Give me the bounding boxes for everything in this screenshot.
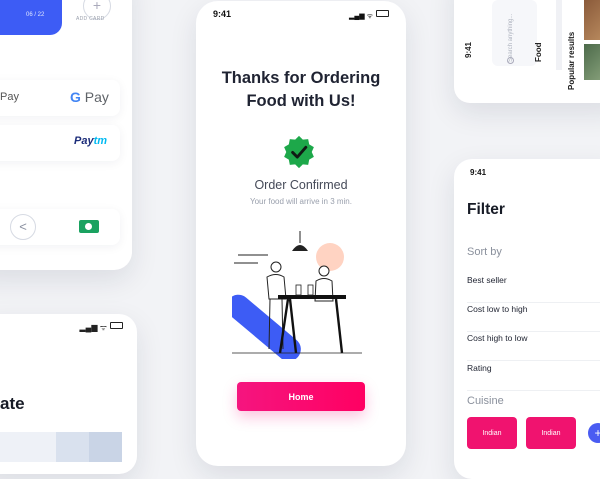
- secondary-screen-card: ▂▄▆ ᯤ ate: [0, 314, 137, 474]
- status-icons: ▂▄▆ ᯤ: [349, 10, 389, 21]
- gpay-logo: G Pay: [70, 89, 109, 105]
- cuisine-chip-indian[interactable]: Indian: [526, 417, 576, 449]
- search-placeholder: Search anything...: [508, 13, 514, 62]
- result-image[interactable]: [584, 44, 600, 80]
- image-strip: [0, 432, 122, 462]
- sort-option-cost-high-low[interactable]: Cost high to low: [467, 331, 600, 361]
- search-input[interactable]: Search anything...: [492, 0, 537, 66]
- sort-option-cost-low-high[interactable]: Cost low to high: [467, 302, 600, 332]
- chevron-left-icon[interactable]: <: [10, 214, 36, 240]
- battery-icon: [110, 322, 123, 329]
- order-confirmed-screen: 9:41 ▂▄▆ ᯤ Thanks for Ordering Food with…: [196, 1, 406, 466]
- dining-illustration: [232, 231, 362, 359]
- divider: [556, 0, 562, 70]
- battery-icon: [376, 10, 389, 17]
- cuisine-label: Cuisine: [467, 395, 504, 407]
- order-status: Order Confirmed: [254, 178, 348, 192]
- cuisine-chip-indian[interactable]: Indian: [467, 417, 517, 449]
- add-icon[interactable]: +: [588, 423, 600, 443]
- page-title: ate: [0, 394, 25, 413]
- check-badge-icon: [284, 135, 314, 169]
- thumbnail[interactable]: [56, 432, 89, 462]
- section-title: Popular results: [567, 31, 576, 90]
- card-expiry: 06 / 22: [26, 12, 45, 18]
- confirmation-heading: Thanks for Ordering Food with Us!: [221, 69, 381, 110]
- paytm-option[interactable]: Paytm: [0, 125, 120, 161]
- delivery-eta: Your food will arrive in 3 min.: [250, 197, 352, 206]
- gpay-option[interactable]: Pay G Pay: [0, 80, 120, 116]
- category-tab-food[interactable]: Food: [534, 42, 543, 62]
- filter-screen-card: 9:41 Filter Sort by Best seller Cost low…: [454, 159, 600, 479]
- paytm-logo: Paytm: [74, 135, 108, 147]
- cash-icon: [79, 220, 99, 233]
- payment-methods-card: 2430 06 / 22 + ADD CARD Pay G Pay Paytm …: [0, 0, 132, 270]
- result-image[interactable]: [584, 0, 600, 40]
- home-button[interactable]: Home: [237, 382, 365, 411]
- status-time: 9:41: [464, 41, 473, 58]
- search-screen-card: 9:41 Search anything... Food Popular res…: [454, 0, 600, 103]
- sort-option-rating[interactable]: Rating: [467, 361, 600, 391]
- sort-by-label: Sort by: [467, 246, 502, 258]
- add-card-label: ADD CARD: [76, 16, 105, 22]
- pay-option-label: Pay: [0, 91, 19, 103]
- sort-option-best-seller[interactable]: Best seller: [467, 273, 600, 303]
- cash-option[interactable]: <: [0, 209, 120, 245]
- status-icons: ▂▄▆ ᯤ: [80, 322, 123, 333]
- saved-card[interactable]: 2430 06 / 22: [0, 0, 62, 35]
- status-time: 9:41: [213, 9, 232, 19]
- thumbnail[interactable]: [89, 432, 122, 462]
- status-time: 9:41: [470, 168, 487, 177]
- page-title: Filter: [467, 201, 505, 218]
